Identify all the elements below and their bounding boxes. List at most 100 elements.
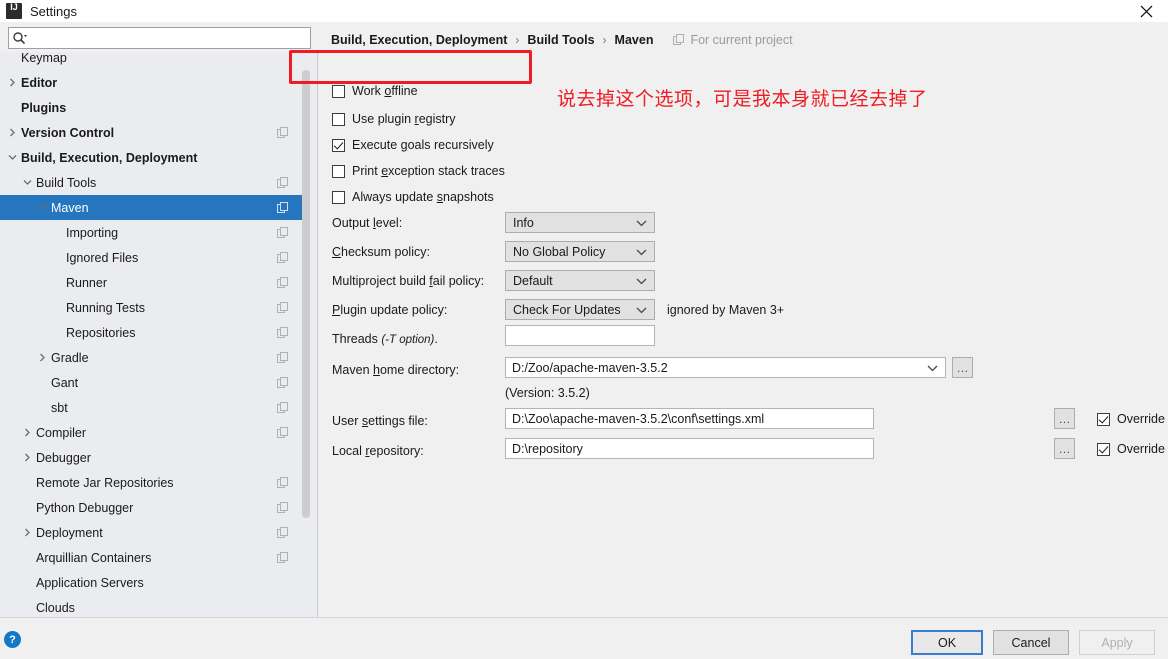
multiproject-fail-policy-combo[interactable]: Default bbox=[505, 270, 655, 291]
sidebar-item-ignored-files[interactable]: Ignored Files bbox=[0, 245, 303, 270]
chevron-right-icon bbox=[40, 353, 45, 362]
sidebar-item-label: Repositories bbox=[66, 325, 136, 340]
apply-button[interactable]: Apply bbox=[1079, 630, 1155, 655]
use-plugin-registry-row[interactable]: Use plugin registry bbox=[332, 110, 456, 128]
work-offline-row[interactable]: Work offline bbox=[332, 82, 418, 100]
sidebar-item-arquillian-containers[interactable]: Arquillian Containers bbox=[0, 545, 303, 570]
chevron-down-icon bbox=[636, 245, 647, 259]
sidebar-item-maven[interactable]: Maven bbox=[0, 195, 303, 220]
close-button[interactable] bbox=[1124, 0, 1168, 22]
sidebar-item-gant[interactable]: Gant bbox=[0, 370, 303, 395]
plugin-update-policy-combo[interactable]: Check For Updates bbox=[505, 299, 655, 320]
user-settings-label: User settings file: bbox=[332, 414, 428, 428]
annotation-text: 说去掉这个选项，可是我本身就已经去掉了 bbox=[557, 88, 928, 110]
copy-icon bbox=[277, 326, 288, 338]
chevron-right-icon bbox=[25, 428, 30, 437]
use-plugin-registry-checkbox[interactable] bbox=[332, 112, 345, 126]
settings-tree[interactable]: Keymap Editor Plugins Version Control Build,… bbox=[0, 52, 318, 617]
tree-expand-arrow[interactable] bbox=[36, 201, 49, 214]
tree-expand-arrow[interactable] bbox=[21, 176, 34, 189]
tree-expand-arrow[interactable] bbox=[6, 126, 19, 139]
user-settings-override-checkbox[interactable] bbox=[1097, 412, 1110, 426]
sidebar-item-repositories[interactable]: Repositories bbox=[0, 320, 303, 345]
maven-home-browse-button[interactable]: … bbox=[952, 357, 973, 378]
local-repository-input[interactable]: D:\repository bbox=[505, 438, 874, 459]
sidebar-item-debugger[interactable]: Debugger bbox=[0, 445, 303, 470]
sidebar-item-label: Gradle bbox=[51, 350, 89, 365]
tree-expand-arrow[interactable] bbox=[21, 426, 34, 439]
breadcrumb-item-1[interactable]: Build, Execution, Deployment bbox=[331, 33, 507, 47]
sidebar-item-version-control[interactable]: Version Control bbox=[0, 120, 303, 145]
sidebar-item-clouds[interactable]: Clouds bbox=[0, 595, 303, 617]
checksum-policy-combo[interactable]: No Global Policy bbox=[505, 241, 655, 262]
cancel-button[interactable]: Cancel bbox=[993, 630, 1069, 655]
work-offline-label: Work offline bbox=[352, 84, 418, 98]
sidebar-item-deployment[interactable]: Deployment bbox=[0, 520, 303, 545]
tree-expand-arrow[interactable] bbox=[36, 351, 49, 364]
maven-home-label: Maven home directory: bbox=[332, 363, 460, 377]
sidebar-item-label: sbt bbox=[51, 400, 68, 415]
title-bar: Settings bbox=[0, 0, 1168, 22]
tree-expand-arrow[interactable] bbox=[21, 451, 34, 464]
threads-input[interactable] bbox=[505, 325, 655, 346]
sidebar-item-sbt[interactable]: sbt bbox=[0, 395, 303, 420]
always-update-snapshots-row[interactable]: Always update snapshots bbox=[332, 188, 494, 206]
search-icon bbox=[12, 31, 27, 46]
sidebar-item-keymap[interactable]: Keymap bbox=[0, 52, 303, 70]
sidebar-scrollbar-thumb[interactable] bbox=[302, 70, 310, 518]
settings-dialog: Settings Keymap Editor Plugins Version Cont… bbox=[0, 0, 1168, 659]
maven-home-combo[interactable]: D:/Zoo/apache-maven-3.5.2 bbox=[505, 357, 946, 378]
user-settings-override[interactable]: Override bbox=[1097, 412, 1165, 426]
sidebar-item-remote-jar-repositories[interactable]: Remote Jar Repositories bbox=[0, 470, 303, 495]
sidebar-item-build-tools[interactable]: Build Tools bbox=[0, 170, 303, 195]
print-exception-stack-traces-row[interactable]: Print exception stack traces bbox=[332, 162, 505, 180]
sidebar-item-importing[interactable]: Importing bbox=[0, 220, 303, 245]
help-button[interactable]: ? bbox=[4, 631, 21, 648]
breadcrumb-item-3[interactable]: Maven bbox=[615, 33, 654, 47]
sidebar-item-label: Version Control bbox=[21, 125, 115, 140]
local-repository-override[interactable]: Override bbox=[1097, 442, 1165, 456]
sidebar-item-editor[interactable]: Editor bbox=[0, 70, 303, 95]
tree-expand-arrow[interactable] bbox=[6, 76, 19, 89]
copy-icon bbox=[277, 526, 289, 539]
sidebar-item-application-servers[interactable]: Application Servers bbox=[0, 570, 303, 595]
sidebar-item-gradle[interactable]: Gradle bbox=[0, 345, 303, 370]
local-repository-browse-button[interactable]: … bbox=[1054, 438, 1075, 459]
output-level-combo[interactable]: Info bbox=[505, 212, 655, 233]
copy-icon bbox=[277, 551, 288, 563]
sidebar-item-label: Editor bbox=[21, 75, 58, 90]
copy-icon bbox=[277, 351, 288, 363]
ok-button[interactable]: OK bbox=[911, 630, 983, 655]
sidebar-item-runner[interactable]: Runner bbox=[0, 270, 303, 295]
search-input[interactable] bbox=[27, 29, 310, 47]
copy-icon bbox=[277, 501, 289, 514]
local-repository-override-checkbox[interactable] bbox=[1097, 442, 1110, 456]
sidebar-item-label: Debugger bbox=[36, 450, 91, 465]
output-level-value: Info bbox=[513, 215, 534, 230]
execute-goals-recursively-row[interactable]: Execute goals recursively bbox=[332, 136, 494, 154]
search-box[interactable] bbox=[8, 27, 311, 49]
sidebar-item-plugins[interactable]: Plugins bbox=[0, 95, 303, 120]
sidebar-item-compiler[interactable]: Compiler bbox=[0, 420, 303, 445]
checksum-policy-value: No Global Policy bbox=[513, 244, 606, 259]
print-exception-stack-traces-checkbox[interactable] bbox=[332, 164, 345, 178]
user-settings-input[interactable]: D:\Zoo\apache-maven-3.5.2\conf\settings.… bbox=[505, 408, 874, 429]
copy-icon bbox=[277, 501, 288, 513]
multiproject-fail-policy-value: Default bbox=[513, 273, 553, 288]
close-icon bbox=[1140, 5, 1152, 17]
execute-goals-recursively-checkbox[interactable] bbox=[332, 138, 345, 152]
user-settings-browse-button[interactable]: … bbox=[1054, 408, 1075, 429]
tree-expand-arrow[interactable] bbox=[21, 526, 34, 539]
sidebar-item-label: Runner bbox=[66, 275, 107, 290]
chevron-down-icon bbox=[636, 216, 647, 230]
window-title: Settings bbox=[30, 3, 77, 19]
breadcrumb-item-2[interactable]: Build Tools bbox=[527, 33, 594, 47]
chevron-down-icon bbox=[636, 303, 647, 317]
sidebar-item-running-tests[interactable]: Running Tests bbox=[0, 295, 303, 320]
tree-expand-arrow[interactable] bbox=[6, 151, 19, 164]
work-offline-checkbox[interactable] bbox=[332, 84, 345, 98]
always-update-snapshots-checkbox[interactable] bbox=[332, 190, 345, 204]
sidebar-item-python-debugger[interactable]: Python Debugger bbox=[0, 495, 303, 520]
sidebar-item-build-execution-deployment[interactable]: Build, Execution, Deployment bbox=[0, 145, 303, 170]
breadcrumb: Build, Execution, Deployment › Build Too… bbox=[331, 33, 793, 47]
